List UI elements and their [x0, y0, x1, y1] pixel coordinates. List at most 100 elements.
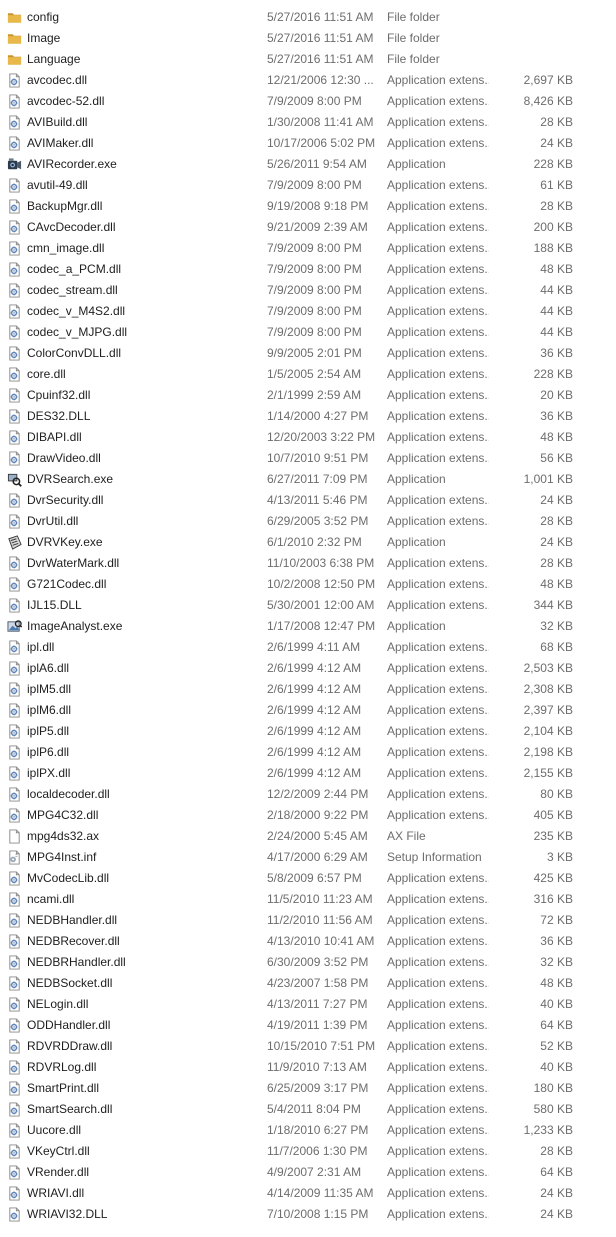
dll-icon — [7, 304, 22, 319]
file-name: codec_a_PCM.dll — [27, 262, 122, 276]
file-size: 200 KB — [533, 220, 573, 234]
file-type: Application extens... — [387, 640, 489, 654]
file-date-modified: 4/13/2011 5:46 PM — [267, 493, 368, 507]
file-row[interactable]: iplM5.dll 2/6/1999 4:12 AM Application ext… — [0, 679, 616, 700]
file-type: Application extens... — [387, 1081, 489, 1095]
file-date-modified: 2/6/1999 4:12 AM — [267, 745, 362, 759]
file-row[interactable]: Language 5/27/2016 11:51 AM File folder — [0, 49, 616, 70]
file-type: Application — [387, 472, 446, 486]
file-row[interactable]: ODDHandler.dll 4/19/2011 1:39 PM Applicati… — [0, 1015, 616, 1036]
file-row[interactable]: RDVRDDraw.dll 10/15/2010 7:51 PM Applicati… — [0, 1036, 616, 1057]
file-row[interactable]: AVIBuild.dll 1/30/2008 11:41 AM Applicatio… — [0, 112, 616, 133]
file-type: Application extens... — [387, 304, 489, 318]
file-date-modified: 7/10/2008 1:15 PM — [267, 1207, 369, 1221]
file-row[interactable]: DvrWaterMark.dll 11/10/2003 6:38 PM Applic… — [0, 553, 616, 574]
file-row[interactable]: iplA6.dll 2/6/1999 4:12 AM Application ext… — [0, 658, 616, 679]
file-row[interactable]: DIBAPI.dll 12/20/2003 3:22 PM Application … — [0, 427, 616, 448]
file-name: config — [27, 10, 60, 24]
file-row[interactable]: config 5/27/2016 11:51 AM File folder — [0, 7, 616, 28]
file-type: Application extens... — [387, 913, 489, 927]
file-row[interactable]: avcodec-52.dll 7/9/2009 8:00 PM Applicatio… — [0, 91, 616, 112]
file-row[interactable]: DVRVKey.exe 6/1/2010 2:32 PM Application 24… — [0, 532, 616, 553]
file-row[interactable]: MPG4C32.dll 2/18/2000 9:22 PM Application … — [0, 805, 616, 826]
file-row[interactable]: NEDBRHandler.dll 6/30/2009 3:52 PM Applica… — [0, 952, 616, 973]
file-type: Application extens... — [387, 703, 489, 717]
file-size: 24 KB — [540, 535, 573, 549]
file-row[interactable]: SmartSearch.dll 5/4/2011 8:04 PM Applicati… — [0, 1099, 616, 1120]
file-row[interactable]: iplM6.dll 2/6/1999 4:12 AM Application ext… — [0, 700, 616, 721]
file-type: Application extens... — [387, 724, 489, 738]
file-row[interactable]: Image 5/27/2016 11:51 AM File folder — [0, 28, 616, 49]
file-row[interactable]: WRIAVI.dll 4/14/2009 11:35 AM Application … — [0, 1183, 616, 1204]
dll-icon — [7, 871, 22, 886]
file-row[interactable]: ipl.dll 2/6/1999 4:11 AM Application exten… — [0, 637, 616, 658]
file-date-modified: 9/9/2005 2:01 PM — [267, 346, 362, 360]
file-row[interactable]: WRIAVI32.DLL 7/10/2008 1:15 PM Application… — [0, 1204, 616, 1225]
file-type: Application extens... — [387, 1060, 489, 1074]
file-size: 3 KB — [546, 850, 573, 864]
file-row[interactable]: NEDBHandler.dll 11/2/2010 11:56 AM Applica… — [0, 910, 616, 931]
file-row[interactable]: codec_stream.dll 7/9/2009 8:00 PM Applicat… — [0, 280, 616, 301]
file-row[interactable]: codec_v_M4S2.dll 7/9/2009 8:00 PM Applicat… — [0, 301, 616, 322]
file-date-modified: 2/6/1999 4:12 AM — [267, 661, 362, 675]
file-row[interactable]: codec_v_MJPG.dll 7/9/2009 8:00 PM Applicat… — [0, 322, 616, 343]
file-row[interactable]: iplP6.dll 2/6/1999 4:12 AM Application ext… — [0, 742, 616, 763]
file-date-modified: 2/6/1999 4:12 AM — [267, 682, 362, 696]
file-row[interactable]: VKeyCtrl.dll 11/7/2006 1:30 PM Application… — [0, 1141, 616, 1162]
file-name: Cpuinf32.dll — [27, 388, 91, 402]
file-row[interactable]: MPG4Inst.inf 4/17/2000 6:29 AM Setup Infor… — [0, 847, 616, 868]
file-row[interactable]: iplPX.dll 2/6/1999 4:12 AM Application ext… — [0, 763, 616, 784]
file-row[interactable]: VRender.dll 4/9/2007 2:31 AM Application e… — [0, 1162, 616, 1183]
file-row[interactable]: DvrUtil.dll 6/29/2005 3:52 PM Application … — [0, 511, 616, 532]
file-row[interactable]: core.dll 1/5/2005 2:54 AM Application exte… — [0, 364, 616, 385]
file-type: Application extens... — [387, 283, 489, 297]
file-name: MPG4C32.dll — [27, 808, 99, 822]
file-row[interactable]: cmn_image.dll 7/9/2009 8:00 PM Application… — [0, 238, 616, 259]
file-row[interactable]: DvrSecurity.dll 4/13/2011 5:46 PM Applicat… — [0, 490, 616, 511]
file-row[interactable]: BackupMgr.dll 9/19/2008 9:18 PM Applicatio… — [0, 196, 616, 217]
file-type: Application extens... — [387, 136, 489, 150]
file-row[interactable]: IJL15.DLL 5/30/2001 12:00 AM Application e… — [0, 595, 616, 616]
file-name: mpg4ds32.ax — [27, 829, 100, 843]
file-row[interactable]: G721Codec.dll 10/2/2008 12:50 PM Applicati… — [0, 574, 616, 595]
file-row[interactable]: NELogin.dll 4/13/2011 7:27 PM Application … — [0, 994, 616, 1015]
file-row[interactable]: Uucore.dll 1/18/2010 6:27 PM Application e… — [0, 1120, 616, 1141]
file-size: 48 KB — [540, 577, 573, 591]
file-name: MvCodecLib.dll — [27, 871, 110, 885]
file-row[interactable]: mpg4ds32.ax 2/24/2000 5:45 AM AX File 235 K… — [0, 826, 616, 847]
file-row[interactable]: ncami.dll 11/5/2010 11:23 AM Application e… — [0, 889, 616, 910]
file-row[interactable]: MvCodecLib.dll 5/8/2009 6:57 PM Applicatio… — [0, 868, 616, 889]
file-row[interactable]: iplP5.dll 2/6/1999 4:12 AM Application ext… — [0, 721, 616, 742]
dll-icon — [7, 136, 22, 151]
file-size: 28 KB — [540, 199, 573, 213]
file-type: Application — [387, 535, 446, 549]
file-size: 36 KB — [540, 934, 573, 948]
file-row[interactable]: NEDBSocket.dll 4/23/2007 1:58 PM Applicati… — [0, 973, 616, 994]
file-row[interactable]: ColorConvDLL.dll 9/9/2005 2:01 PM Applicat… — [0, 343, 616, 364]
file-row[interactable]: Cpuinf32.dll 2/1/1999 2:59 AM Application … — [0, 385, 616, 406]
file-row[interactable]: avutil-49.dll 7/9/2009 8:00 PM Application… — [0, 175, 616, 196]
file-row[interactable]: DVRSearch.exe 6/27/2011 7:09 PM Applicatio… — [0, 469, 616, 490]
file-name: RDVRLog.dll — [27, 1060, 97, 1074]
file-row[interactable]: AVIRecorder.exe 5/26/2011 9:54 AM Applicat… — [0, 154, 616, 175]
file-size: 235 KB — [533, 829, 573, 843]
file-row[interactable]: NEDBRecover.dll 4/13/2010 10:41 AM Applica… — [0, 931, 616, 952]
file-date-modified: 2/6/1999 4:12 AM — [267, 703, 362, 717]
file-name: cmn_image.dll — [27, 241, 105, 255]
file-row[interactable]: CAvcDecoder.dll 9/21/2009 2:39 AM Applicat… — [0, 217, 616, 238]
file-row[interactable]: ImageAnalyst.exe 1/17/2008 12:47 PM Applic… — [0, 616, 616, 637]
file-name: ImageAnalyst.exe — [27, 619, 123, 633]
file-row[interactable]: AVIMaker.dll 10/17/2006 5:02 PM Applicatio… — [0, 133, 616, 154]
file-size: 228 KB — [533, 367, 573, 381]
file-row[interactable]: SmartPrint.dll 6/25/2009 3:17 PM Applicati… — [0, 1078, 616, 1099]
file-name: NELogin.dll — [27, 997, 89, 1011]
file-row[interactable]: RDVRLog.dll 11/9/2010 7:13 AM Application … — [0, 1057, 616, 1078]
file-type: Application extens... — [387, 325, 489, 339]
file-row[interactable]: DES32.DLL 1/14/2000 4:27 PM Application ex… — [0, 406, 616, 427]
dll-icon — [7, 199, 22, 214]
file-type: Application extens... — [387, 871, 489, 885]
file-row[interactable]: avcodec.dll 12/21/2006 12:30 ... Applicati… — [0, 70, 616, 91]
file-row[interactable]: codec_a_PCM.dll 7/9/2009 8:00 PM Applicati… — [0, 259, 616, 280]
file-row[interactable]: localdecoder.dll 12/2/2009 2:44 PM Applica… — [0, 784, 616, 805]
file-row[interactable]: DrawVideo.dll 10/7/2010 9:51 PM Applicatio… — [0, 448, 616, 469]
